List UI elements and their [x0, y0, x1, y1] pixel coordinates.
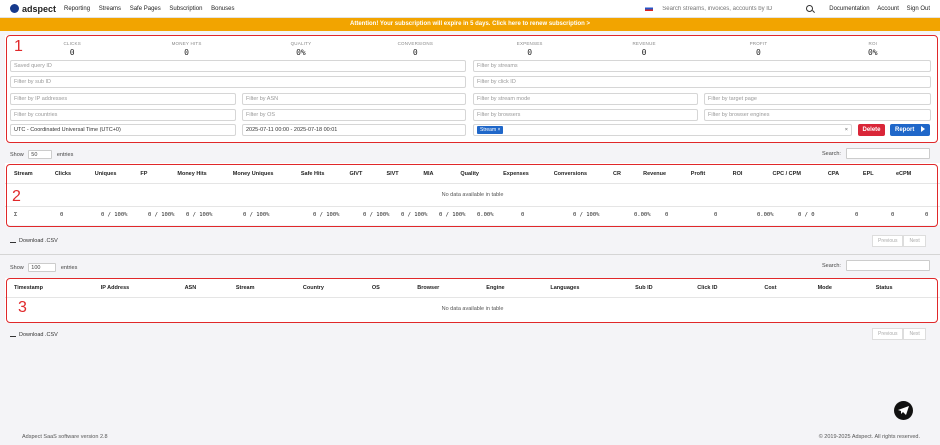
- top-navbar: adspect Reporting Streams Safe Pages Sub…: [0, 0, 940, 18]
- pagination: Previous Next: [872, 235, 926, 247]
- logo-icon: [10, 4, 19, 13]
- nav-safe-pages[interactable]: Safe Pages: [130, 6, 161, 12]
- show-label: Show: [10, 264, 24, 271]
- annotation-box-2: [6, 164, 938, 227]
- table-search-label: Search:: [822, 151, 841, 157]
- section-divider: [0, 254, 940, 255]
- previous-button[interactable]: Previous: [872, 235, 904, 247]
- entries-label: entries: [56, 151, 74, 158]
- account-links: Documentation Account Sign Out: [823, 6, 930, 12]
- download-icon: [10, 332, 16, 338]
- table-search-input[interactable]: [846, 148, 930, 159]
- next-button[interactable]: Next: [903, 235, 926, 247]
- page-size-select-2[interactable]: 100: [28, 263, 57, 272]
- telegram-chat-button[interactable]: [894, 401, 913, 420]
- download-csv-link-2[interactable]: Download .CSV: [10, 332, 58, 338]
- download-csv-link[interactable]: Download .CSV: [10, 238, 58, 244]
- main-nav: Reporting Streams Safe Pages Subscriptio…: [64, 6, 241, 12]
- download-icon: [10, 238, 16, 244]
- language-flag-icon[interactable]: [645, 6, 654, 11]
- show-label: Show: [10, 151, 24, 158]
- table-search-input-2[interactable]: [846, 260, 930, 271]
- brand-logo[interactable]: adspect: [10, 4, 56, 14]
- sign-out-link[interactable]: Sign Out: [907, 6, 930, 12]
- annotation-number-1: 1: [14, 38, 23, 55]
- page-size-control-2: Show 100 entries: [10, 263, 77, 272]
- table-search-label-2: Search:: [822, 263, 841, 269]
- nav-bonuses[interactable]: Bonuses: [211, 6, 234, 12]
- footer-version: Adspect SaaS software version 2.8: [22, 434, 108, 440]
- documentation-link[interactable]: Documentation: [829, 6, 869, 12]
- account-link[interactable]: Account: [877, 6, 899, 12]
- pagination-2: Previous Next: [872, 328, 926, 340]
- page-size-select[interactable]: 50: [28, 150, 53, 159]
- annotation-number-3: 3: [18, 299, 27, 316]
- nav-reporting[interactable]: Reporting: [64, 6, 90, 12]
- previous-button[interactable]: Previous: [872, 328, 904, 340]
- subscription-alert-banner[interactable]: Attention! Your subscription will expire…: [0, 18, 940, 31]
- nav-streams[interactable]: Streams: [99, 6, 121, 12]
- content-area: CLICKS 0 MONEY HITS 0 QUALITY 0% CONVERSION…: [0, 31, 940, 445]
- download-label: Download .CSV: [19, 332, 58, 338]
- download-label: Download .CSV: [19, 238, 58, 244]
- page-size-control: Show 50 entries: [10, 150, 73, 159]
- telegram-icon: [898, 406, 909, 415]
- annotation-box-1: [6, 35, 938, 143]
- nav-subscription[interactable]: Subscription: [169, 6, 202, 12]
- global-search-input[interactable]: [662, 5, 803, 12]
- brand-name: adspect: [22, 3, 57, 14]
- footer-copyright: © 2019-2025 Adspect. All rights reserved…: [818, 434, 920, 440]
- entries-label: entries: [60, 264, 78, 271]
- search-icon[interactable]: [806, 5, 814, 12]
- annotation-number-2: 2: [12, 188, 21, 205]
- next-button[interactable]: Next: [903, 328, 926, 340]
- annotation-box-3: [6, 278, 938, 323]
